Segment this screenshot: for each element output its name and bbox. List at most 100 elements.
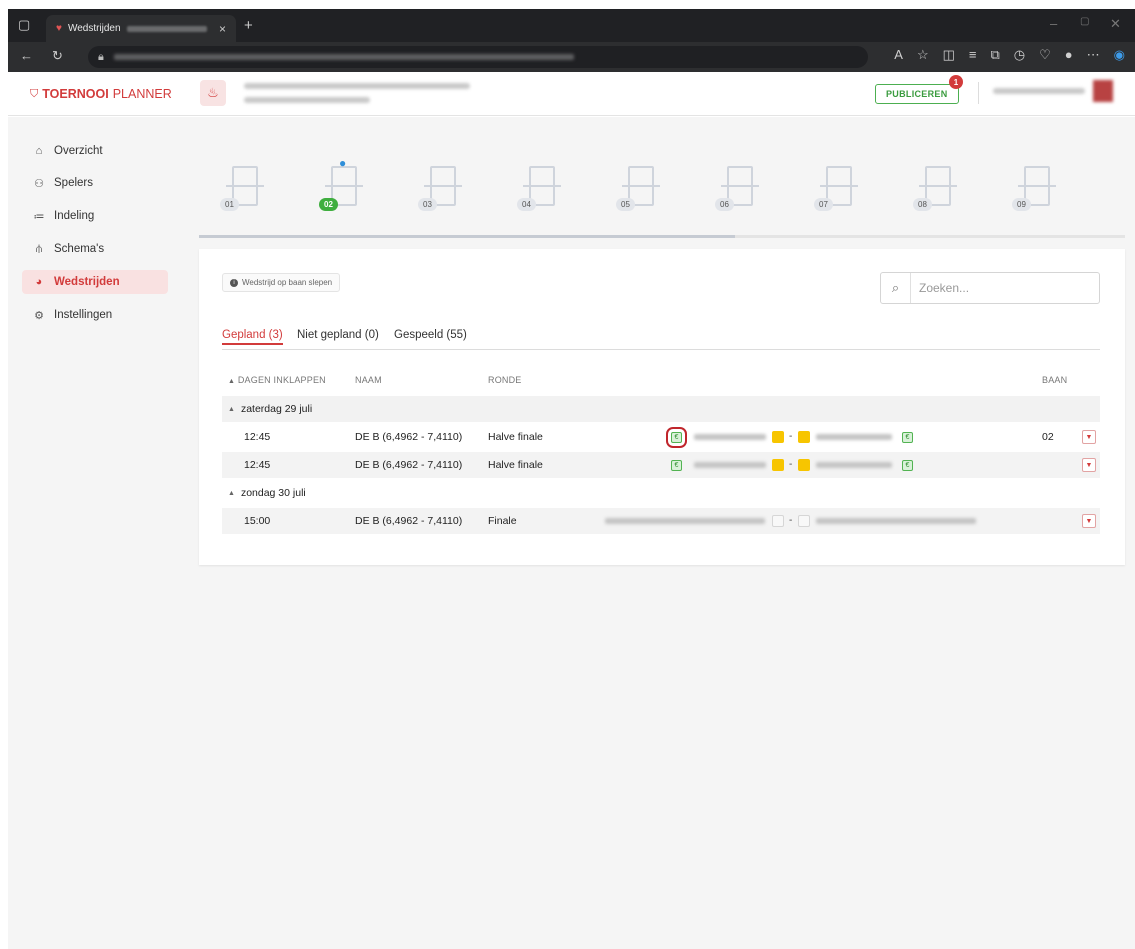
- history-icon[interactable]: ◷: [1014, 47, 1025, 63]
- search-icon[interactable]: ⌕: [881, 273, 911, 303]
- back-icon[interactable]: ←: [20, 48, 33, 63]
- day-group-header[interactable]: ▲ zondag 30 juli: [222, 480, 1100, 506]
- player-2-redacted: [816, 462, 892, 468]
- court-number: 02: [319, 198, 338, 211]
- tab-actions-icon[interactable]: ▢: [18, 17, 30, 33]
- chevron-down-icon[interactable]: ▼: [1082, 430, 1096, 444]
- user-name-redacted[interactable]: [993, 88, 1085, 94]
- day-label: zaterdag 29 juli: [240, 403, 313, 415]
- logo-rest: PLANNER: [112, 87, 172, 101]
- court-03[interactable]: 03: [418, 160, 462, 211]
- presence-indicator[interactable]: [798, 459, 810, 471]
- table-row[interactable]: 15:00 DE B (6,4962 - 7,4110) Finale - ▼: [222, 508, 1100, 534]
- match-time: 15:00: [244, 515, 271, 527]
- matches-icon: ◕: [35, 276, 43, 288]
- more-icon[interactable]: ⋯: [1087, 47, 1100, 63]
- presence-indicator[interactable]: [772, 459, 784, 471]
- chevron-down-icon[interactable]: ▼: [1082, 458, 1096, 472]
- court-09[interactable]: 09: [1012, 160, 1056, 211]
- court-05[interactable]: 05: [616, 160, 660, 211]
- split-screen-icon[interactable]: ◫: [943, 47, 955, 63]
- match-time: 12:45: [244, 459, 271, 471]
- matches-card: i Wedstrijd op baan slepen ⌕ Gepland (3)…: [199, 249, 1125, 565]
- copilot-icon[interactable]: ◉: [1114, 47, 1125, 63]
- court-08[interactable]: 08: [913, 160, 957, 211]
- tab-niet-gepland[interactable]: Niet gepland (0): [297, 329, 379, 341]
- sidebar-item-label: Spelers: [54, 177, 93, 189]
- sidebar-item-indeling[interactable]: ≔ Indeling: [22, 204, 168, 228]
- maximize-icon[interactable]: ▢: [1080, 16, 1089, 27]
- sidebar-item-schemas[interactable]: ⫛ Schema's: [22, 237, 168, 261]
- player-2-redacted: [816, 434, 892, 440]
- chevron-down-icon[interactable]: ▼: [1082, 514, 1096, 528]
- read-aloud-icon[interactable]: A: [894, 47, 903, 63]
- column-header-baan: BAAN: [1042, 375, 1068, 385]
- day-group-header[interactable]: ▲ zaterdag 29 juli: [222, 396, 1100, 422]
- tournament-date-redacted: [244, 97, 370, 103]
- table-row[interactable]: 12:45 DE B (6,4962 - 7,4110) Halve final…: [222, 452, 1100, 478]
- courts-scrollbar[interactable]: [199, 235, 1125, 238]
- sidebar-item-wedstrijden[interactable]: ◕ Wedstrijden: [22, 270, 168, 294]
- payment-icon[interactable]: €: [671, 460, 682, 471]
- browser-toolbar: A ☆ ◫ ≡ ⧉ ◷ ♡ ● ⋯ ◉: [894, 47, 1125, 63]
- player-2-redacted: [816, 518, 976, 524]
- match-ronde: Halve finale: [488, 431, 543, 443]
- app-header: ⛉ TOERNOOI PLANNER ♨ PUBLICEREN 1: [8, 72, 1135, 116]
- tab-close-icon[interactable]: ×: [219, 22, 226, 36]
- url-redacted: [113, 54, 574, 60]
- sidebar-item-instellingen[interactable]: ⚙ Instellingen: [22, 303, 168, 327]
- publish-button[interactable]: PUBLICEREN: [875, 84, 959, 104]
- tournament-icon: ♨: [200, 80, 226, 106]
- minimize-icon[interactable]: –: [1050, 16, 1057, 31]
- browser-tab-title: Wedstrijden: [67, 23, 121, 34]
- search-box: ⌕: [880, 272, 1100, 304]
- courts-scrollbar-thumb[interactable]: [199, 235, 735, 238]
- match-time: 12:45: [244, 431, 271, 443]
- court-04[interactable]: 04: [517, 160, 561, 211]
- window-close-icon[interactable]: ✕: [1110, 16, 1121, 32]
- new-tab-button[interactable]: +: [244, 17, 253, 34]
- person-icon: ●: [339, 156, 347, 170]
- match-baan: 02: [1042, 431, 1054, 443]
- triangle-up-icon: ▲: [228, 405, 235, 413]
- court-01[interactable]: 01: [220, 160, 264, 211]
- court-07[interactable]: 07: [814, 160, 858, 211]
- player-1-redacted: [694, 434, 766, 440]
- triangle-up-icon: ▲: [228, 489, 235, 497]
- payment-icon[interactable]: €: [902, 460, 913, 471]
- url-field[interactable]: 🔒︎: [88, 46, 868, 68]
- payment-icon[interactable]: €: [666, 427, 687, 448]
- table-row[interactable]: 12:45 DE B (6,4962 - 7,4110) Halve final…: [222, 424, 1100, 450]
- tab-gepland[interactable]: Gepland (3): [222, 329, 283, 345]
- triangle-up-icon: ▲: [228, 378, 236, 385]
- presence-indicator[interactable]: [772, 515, 784, 527]
- collections-icon[interactable]: ⧉: [991, 47, 1000, 63]
- reload-icon[interactable]: ↻: [52, 48, 63, 64]
- match-tabs: Gepland (3) Niet gepland (0) Gespeeld (5…: [222, 329, 1100, 350]
- collapse-days-toggle[interactable]: ▲ DAGEN INKLAPPEN: [228, 375, 326, 385]
- payment-icon[interactable]: €: [902, 432, 913, 443]
- browser-tab[interactable]: ♥ Wedstrijden ×: [46, 15, 236, 42]
- profile-icon[interactable]: ●: [1065, 47, 1073, 63]
- avatar[interactable]: [1093, 80, 1113, 102]
- sidebar-item-spelers[interactable]: ⚇ Spelers: [22, 171, 168, 195]
- tab-gespeeld[interactable]: Gespeeld (55): [394, 329, 467, 341]
- sidebar-item-overzicht[interactable]: ⌂ Overzicht: [22, 139, 168, 163]
- performance-icon[interactable]: ♡: [1039, 47, 1051, 63]
- players-icon: ⚇: [34, 177, 44, 190]
- presence-indicator[interactable]: [772, 431, 784, 443]
- list-icon: ≔: [33, 210, 45, 223]
- court-02[interactable]: ● 02: [319, 156, 363, 211]
- tab-title-redacted: [126, 25, 207, 32]
- sidebar-item-label: Instellingen: [54, 309, 113, 321]
- match-ronde: Halve finale: [488, 459, 543, 471]
- logo[interactable]: ⛉ TOERNOOI PLANNER: [30, 87, 172, 101]
- favorite-icon[interactable]: ☆: [917, 47, 929, 63]
- versus-dash: -: [789, 431, 793, 442]
- logo-bold: TOERNOOI: [42, 87, 109, 101]
- court-06[interactable]: 06: [715, 160, 759, 211]
- presence-indicator[interactable]: [798, 431, 810, 443]
- presence-indicator[interactable]: [798, 515, 810, 527]
- search-input[interactable]: [911, 281, 1091, 295]
- favorites-list-icon[interactable]: ≡: [969, 47, 977, 63]
